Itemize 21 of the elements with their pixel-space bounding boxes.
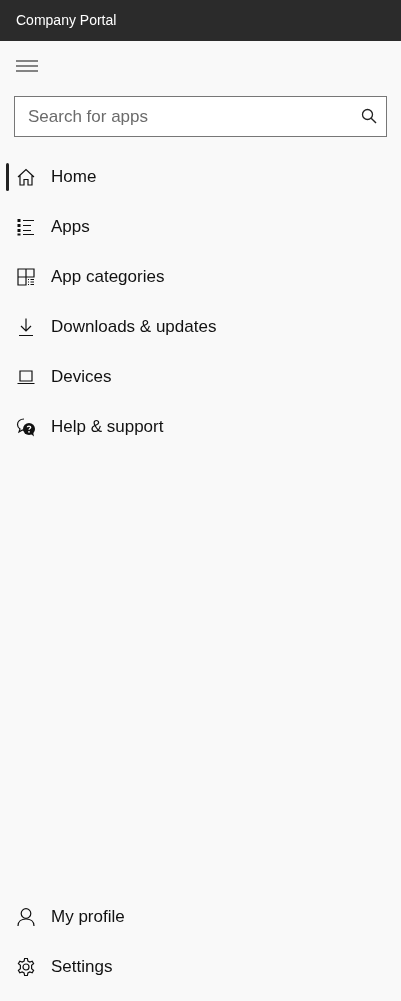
nav-item[interactable]: Settings (0, 942, 401, 992)
help-chat-icon (16, 417, 36, 437)
laptop-icon (16, 367, 36, 387)
window-title: Company Portal (16, 11, 117, 30)
menu-button[interactable] (14, 57, 40, 75)
nav-item[interactable]: Apps (0, 202, 401, 252)
nav-item[interactable]: App categories (0, 252, 401, 302)
person-icon (16, 907, 36, 927)
nav-item[interactable]: My profile (0, 892, 401, 942)
nav-item[interactable]: Downloads & updates (0, 302, 401, 352)
nav-item[interactable]: Help & support (0, 402, 401, 452)
nav-item[interactable]: Devices (0, 352, 401, 402)
menu-icon (16, 59, 38, 73)
list-icon (16, 217, 36, 237)
search-field[interactable]: Search for apps (14, 96, 387, 137)
nav-item[interactable]: Home (0, 152, 401, 202)
search-icon (361, 108, 377, 124)
download-icon (16, 317, 36, 337)
home-icon (16, 167, 36, 187)
settings-icon (16, 957, 36, 977)
grid-icon (16, 267, 36, 287)
